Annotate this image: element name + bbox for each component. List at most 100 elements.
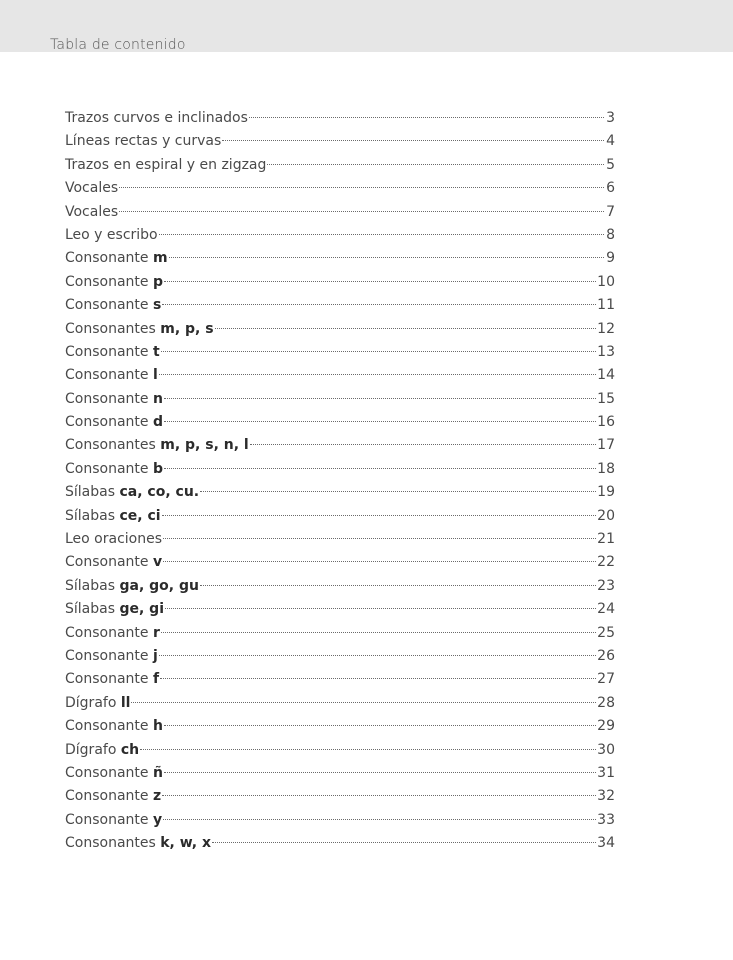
dot-leader <box>249 444 597 446</box>
toc-entry[interactable]: Sílabas ce, ci 20 <box>65 505 615 528</box>
toc-entry[interactable]: Trazos en espiral y en zigzag 5 <box>65 154 615 177</box>
toc-page-number: 4 <box>606 133 615 150</box>
toc-entry-label: Consonante s <box>65 294 161 317</box>
toc-page-number: 34 <box>597 835 615 852</box>
toc-entry-text: Consonantes <box>65 437 161 454</box>
toc-entry-label: Líneas rectas y curvas <box>65 130 221 153</box>
toc-entry-text: Sílabas <box>65 484 120 501</box>
toc-entry[interactable]: Consonante d 16 <box>65 411 615 434</box>
toc-entry-highlight: ce, ci <box>119 507 161 524</box>
dot-leader <box>163 397 597 399</box>
toc-entry-highlight: z <box>152 788 162 805</box>
toc-page-number: 25 <box>597 624 615 641</box>
toc-entry-highlight: ga, go, gu <box>119 577 199 594</box>
toc-entry[interactable]: Vocales 7 <box>65 201 615 224</box>
toc-entry-text: Consonante <box>65 647 153 664</box>
dot-leader <box>163 771 597 773</box>
toc-page-number: 27 <box>597 671 615 688</box>
dot-leader <box>163 561 597 563</box>
toc-entry-text: Sílabas <box>65 601 120 618</box>
toc-entry[interactable]: Consonante n 15 <box>65 388 615 411</box>
toc-entry-highlight: m, p, s, n, l <box>160 437 249 454</box>
toc-page-number: 24 <box>597 601 615 618</box>
toc-entry[interactable]: Consonante v 22 <box>65 551 615 574</box>
toc-entry-text: Trazos curvos e inclinados <box>65 110 248 126</box>
dot-leader <box>158 654 597 656</box>
dot-leader <box>222 140 604 142</box>
table-of-contents: Trazos curvos e inclinados 3 Líneas rectas… <box>65 107 615 856</box>
toc-entry[interactable]: Consonante f 27 <box>65 668 615 691</box>
toc-entry-highlight: f <box>152 671 160 688</box>
toc-entry[interactable]: Consonantes m, p, s, n, l 17 <box>65 434 615 457</box>
toc-entry[interactable]: Consonante t 13 <box>65 341 615 364</box>
toc-entry-text: Sílabas <box>65 577 120 594</box>
dot-leader <box>267 163 604 165</box>
toc-entry-highlight: ch <box>120 741 140 758</box>
toc-entry-label: Leo oraciones <box>65 528 162 551</box>
toc-entry[interactable]: Consonante z 32 <box>65 785 615 808</box>
dot-leader <box>119 210 604 212</box>
toc-entry[interactable]: Consonante h 29 <box>65 715 615 738</box>
toc-entry[interactable]: Consonante r 25 <box>65 622 615 645</box>
toc-entry[interactable]: Sílabas ge, gi 24 <box>65 598 615 621</box>
toc-entry-highlight: ca, co, cu. <box>119 484 200 501</box>
toc-entry-text: Vocales <box>65 180 119 197</box>
toc-page-number: 6 <box>606 180 615 197</box>
toc-entry[interactable]: Consonante b 18 <box>65 458 615 481</box>
toc-page-number: 7 <box>606 203 615 220</box>
toc-entry[interactable]: Consonante ñ 31 <box>65 762 615 785</box>
toc-entry-highlight: ñ <box>152 764 163 781</box>
toc-entry[interactable]: Sílabas ga, go, gu 23 <box>65 575 615 598</box>
toc-entry-label: Consonante n <box>65 388 163 411</box>
toc-page-number: 28 <box>597 694 615 711</box>
toc-entry[interactable]: Consonante l 14 <box>65 364 615 387</box>
toc-entry-highlight: m <box>152 250 168 267</box>
toc-entry-highlight: ll <box>120 694 131 711</box>
toc-entry[interactable]: Líneas rectas y curvas 4 <box>65 130 615 153</box>
dot-leader <box>119 187 604 189</box>
toc-entry-highlight: v <box>152 554 163 571</box>
toc-entry[interactable]: Dígrafo ll 28 <box>65 692 615 715</box>
dot-leader <box>160 350 597 352</box>
toc-entry[interactable]: Consonante p 10 <box>65 271 615 294</box>
toc-entry-text: Consonante <box>65 811 153 828</box>
toc-entry[interactable]: Leo oraciones 21 <box>65 528 615 551</box>
dot-leader <box>163 421 597 423</box>
toc-entry-text: Trazos en espiral y en zigzag <box>65 156 267 173</box>
dot-leader <box>160 678 597 680</box>
toc-entry-text: Dígrafo <box>65 694 121 711</box>
toc-entry-label: Consonante b <box>65 458 163 481</box>
toc-entry[interactable]: Consonante m 9 <box>65 247 615 270</box>
toc-page-number: 26 <box>597 647 615 664</box>
toc-entry[interactable]: Consonante y 33 <box>65 809 615 832</box>
toc-page-number: 15 <box>597 390 615 407</box>
toc-entry[interactable]: Sílabas ca, co, cu. 19 <box>65 481 615 504</box>
toc-entry[interactable]: Leo y escribo 8 <box>65 224 615 247</box>
toc-entry-label: Consonante t <box>65 341 160 364</box>
toc-entry-text: Consonante <box>65 460 153 477</box>
toc-entry[interactable]: Consonantes k, w, x 34 <box>65 832 615 855</box>
toc-page-number: 19 <box>597 484 615 501</box>
toc-entry[interactable]: Vocales 6 <box>65 177 615 200</box>
toc-entry[interactable]: Consonantes m, p, s 12 <box>65 318 615 341</box>
toc-entry[interactable]: Consonante j 26 <box>65 645 615 668</box>
toc-entry[interactable]: Consonante s 11 <box>65 294 615 317</box>
toc-entry-text: Consonante <box>65 343 153 360</box>
toc-page-number: 21 <box>597 531 615 548</box>
dot-leader <box>248 117 604 118</box>
toc-entry-label: Consonante p <box>65 271 163 294</box>
toc-entry[interactable]: Trazos curvos e inclinados 3 <box>65 107 615 130</box>
dot-leader <box>163 818 597 820</box>
toc-entry-label: Leo y escribo <box>65 224 158 247</box>
page-title: Tabla de contenido <box>50 37 186 53</box>
dot-leader <box>161 514 597 516</box>
toc-entry-highlight: l <box>152 367 158 384</box>
dot-leader <box>163 467 597 469</box>
toc-entry-text: Consonantes <box>65 835 161 852</box>
toc-page-number: 16 <box>597 414 615 431</box>
toc-entry[interactable]: Dígrafo ch 30 <box>65 739 615 762</box>
toc-entry-text: Consonante <box>65 671 153 688</box>
toc-entry-label: Vocales <box>65 201 118 224</box>
toc-entry-highlight: y <box>152 811 163 828</box>
dot-leader <box>162 304 597 306</box>
